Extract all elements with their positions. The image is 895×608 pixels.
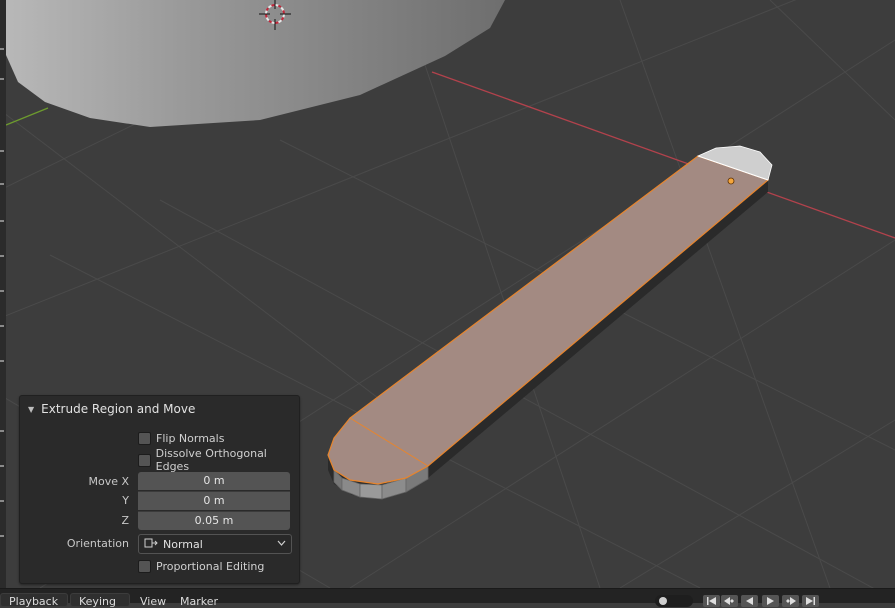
move-z-label: Z xyxy=(121,514,129,527)
auto-key-toggle[interactable] xyxy=(655,595,693,607)
orientation-value: Normal xyxy=(163,537,203,551)
origin-point xyxy=(727,177,735,185)
chevron-down-icon xyxy=(277,539,291,549)
dissolve-orthogonal-edges-checkbox[interactable] xyxy=(138,453,151,467)
move-x-label: Move X xyxy=(88,475,129,488)
orientation-label: Orientation xyxy=(66,537,129,550)
prev-keyframe-icon[interactable] xyxy=(721,595,738,607)
flip-normals-checkbox[interactable] xyxy=(138,431,151,445)
record-dot-icon xyxy=(659,597,667,605)
orientation-dropdown[interactable]: Normal xyxy=(138,534,292,554)
jump-end-icon[interactable] xyxy=(802,595,819,607)
dissolve-orthogonal-edges-row[interactable]: Dissolve Orthogonal Edges xyxy=(138,447,299,473)
orientation-normal-icon xyxy=(142,537,160,552)
panel-header[interactable]: ▼ Extrude Region and Move xyxy=(26,401,195,417)
flip-normals-row[interactable]: Flip Normals xyxy=(138,430,224,446)
move-y-field[interactable]: 0 m xyxy=(138,491,290,510)
move-y-label: Y xyxy=(122,494,129,507)
operator-panel: ▼ Extrude Region and Move Flip Normals D… xyxy=(19,395,300,584)
flip-normals-label: Flip Normals xyxy=(156,431,225,445)
timeline-header: Playback Keying View Marker xyxy=(0,588,895,608)
dissolve-orthogonal-edges-label: Dissolve Orthogonal Edges xyxy=(155,447,267,473)
collapse-triangle-icon[interactable]: ▼ xyxy=(28,405,34,414)
move-x-field[interactable]: 0 m xyxy=(138,472,290,490)
panel-title: Extrude Region and Move xyxy=(41,402,196,416)
play-icon[interactable] xyxy=(762,595,779,607)
jump-start-icon[interactable] xyxy=(703,595,720,607)
move-z-field[interactable]: 0.05 m xyxy=(138,511,290,530)
play-reverse-icon[interactable] xyxy=(741,595,758,607)
proportional-editing-checkbox[interactable] xyxy=(138,559,151,573)
proportional-editing-label: Proportional Editing xyxy=(156,559,265,573)
proportional-editing-row[interactable]: Proportional Editing xyxy=(138,558,264,574)
toolbar-edge xyxy=(0,0,6,588)
next-keyframe-icon[interactable] xyxy=(782,595,799,607)
